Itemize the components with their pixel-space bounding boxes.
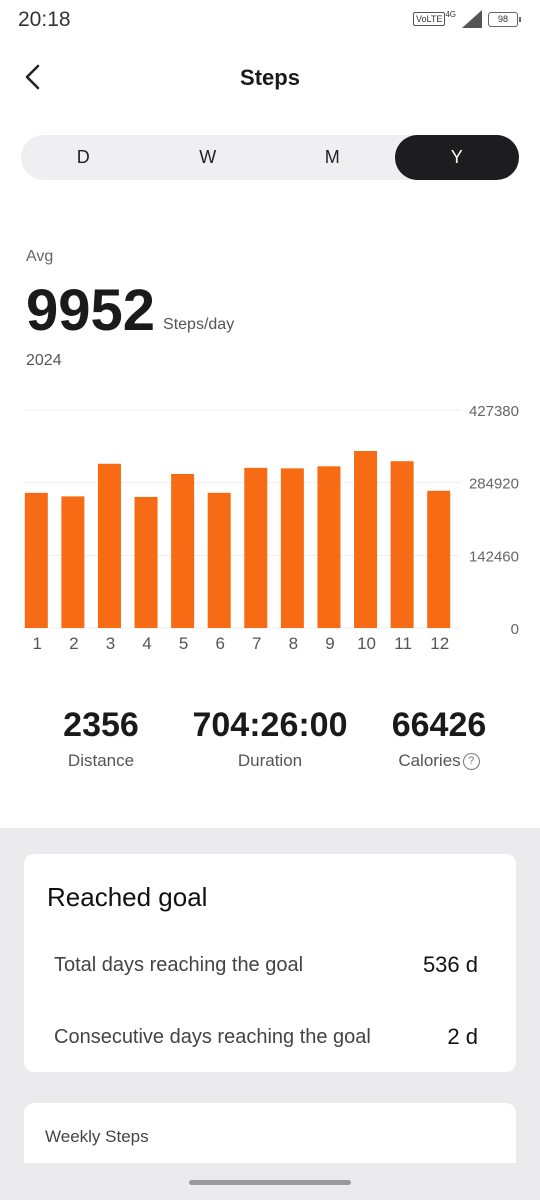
bar-1[interactable] [24,492,48,628]
distance-label: Distance [67,751,135,770]
duration-label: Duration [237,751,303,770]
period-segmented-control: D W M Y [21,135,519,180]
calories-value: 66426 [391,706,487,744]
distance-value: 2356 [63,706,139,744]
calories-label: Calories [398,751,461,770]
bar-2[interactable] [61,496,85,628]
total-days-label: Total days reaching the goal [54,953,304,976]
distance-stat: 2356 Distance [20,706,182,771]
segment-month[interactable]: M [270,135,395,180]
x-tick-label: 12 [430,634,449,653]
reached-goal-title: Reached goal [47,882,208,912]
bar-8[interactable] [280,468,304,628]
status-time: 20:18 [18,8,71,31]
total-days-row: Total days reaching the goal 536 d [54,952,478,978]
network-type-label: 4G [445,9,456,19]
bar-6[interactable] [207,492,231,628]
bar-11[interactable] [390,461,414,628]
battery-icon: 98 [488,11,521,27]
x-tick-label: 4 [142,634,151,653]
status-icons: VoLTE 4G 98 [412,9,521,28]
bar-3[interactable] [97,463,121,628]
x-tick-label: 8 [289,634,298,653]
x-tick-label: 10 [357,634,376,653]
avg-steps-value: 9952 [26,278,156,343]
y-tick-label: 284920 [469,476,519,493]
calories-stat: 66426 Calories ? [360,706,518,771]
avg-steps-unit: Steps/day [163,316,235,333]
help-icon[interactable]: ? [462,752,480,770]
steps-bar-chart[interactable]: 42738028492014246001 2 3 4 5 6 7 8 9 10 11 12 [0,395,540,665]
status-bar: 20:18 VoLTE 4G 98 [0,0,540,40]
x-tick-label: 2 [69,634,78,653]
bar-12[interactable] [427,490,451,628]
bar-4[interactable] [134,496,158,628]
home-indicator[interactable] [189,1180,351,1185]
avg-label: Avg [26,248,54,265]
x-tick-label: 1 [33,634,42,653]
weekly-steps-title: Weekly Steps [45,1127,149,1146]
x-tick-label: 7 [252,634,261,653]
x-tick-label: 11 [394,634,412,653]
volte-icon: VoLTE [412,12,446,26]
signal-icon [462,10,482,28]
period-label: 2024 [26,352,62,369]
avg-row: 9952 Steps/day [26,280,234,342]
duration-stat: 704:26:00 Duration [180,706,360,771]
y-tick-label: 427380 [469,403,519,420]
x-tick-label: 3 [106,634,115,653]
x-tick-label: 5 [179,634,188,653]
consecutive-days-label: Consecutive days reaching the goal [54,1025,371,1048]
consecutive-days-row: Consecutive days reaching the goal 2 d [54,1024,478,1050]
reached-goal-card: Reached goal Total days reaching the goa… [24,854,516,1072]
segment-year[interactable]: Y [394,135,519,180]
consecutive-days-value: 2 d [447,1024,478,1049]
duration-value: 704:26:00 [192,706,348,744]
x-tick-label: 6 [215,634,224,653]
bar-5[interactable] [171,473,195,628]
x-tick-label: 9 [325,634,334,653]
y-tick-label: 0 [511,621,519,638]
bar-7[interactable] [244,467,268,628]
segment-day[interactable]: D [21,135,146,180]
header: Steps [0,56,540,100]
y-tick-label: 142460 [469,548,519,565]
segment-week[interactable]: W [146,135,271,180]
page-title: Steps [240,65,300,90]
total-days-value: 536 d [422,952,478,977]
bar-10[interactable] [354,451,378,628]
bar-9[interactable] [317,466,341,628]
